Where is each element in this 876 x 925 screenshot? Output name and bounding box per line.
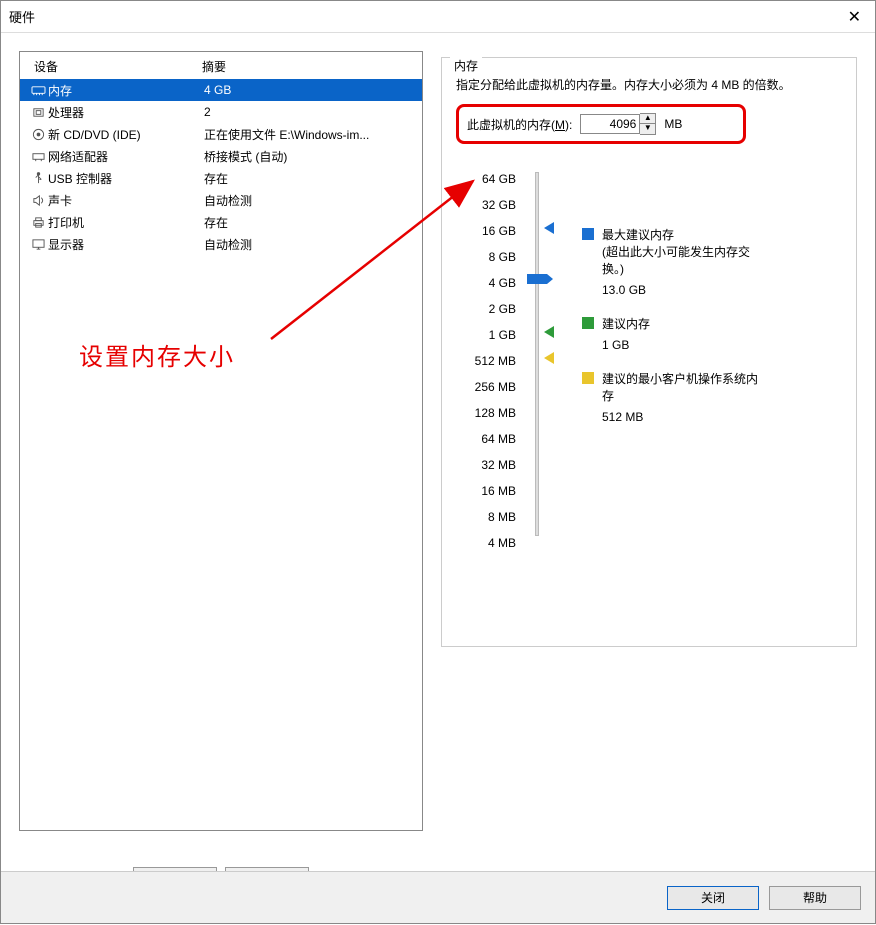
device-row[interactable]: 显示器自动检测 [20, 233, 422, 255]
device-summary: 存在 [204, 170, 414, 187]
spinner-arrows[interactable]: ▲ ▼ [640, 113, 656, 135]
tick-label: 32 GB [456, 192, 522, 218]
slider-thumb[interactable] [527, 274, 547, 284]
tick-label: 8 GB [456, 244, 522, 270]
legend-min-value: 512 MB [602, 410, 762, 424]
legend-max-swatch [582, 228, 594, 240]
device-row[interactable]: 打印机存在 [20, 211, 422, 233]
cpu-icon [28, 106, 48, 119]
tick-label: 16 MB [456, 478, 522, 504]
device-list-header: 设备 摘要 [20, 52, 422, 79]
help-button[interactable]: 帮助 [769, 886, 861, 910]
network-icon [28, 150, 48, 163]
legend-rec-swatch [582, 317, 594, 329]
disc-icon [28, 128, 48, 141]
memory-field-label: 此虚拟机的内存(M): [467, 116, 572, 133]
device-summary: 正在使用文件 E:\Windows-im... [204, 126, 414, 143]
memory-spinner[interactable]: ▲ ▼ [580, 113, 656, 135]
device-row[interactable]: 处理器2 [20, 101, 422, 123]
device-summary: 自动检测 [204, 192, 414, 209]
memory-slider[interactable] [522, 166, 552, 556]
device-name: 网络适配器 [48, 148, 204, 165]
legend-max-label: 最大建议内存 [602, 226, 762, 243]
usb-icon [28, 172, 48, 185]
memory-description: 指定分配给此虚拟机的内存量。内存大小必须为 4 MB 的倍数。 [456, 76, 842, 94]
header-device: 设备 [28, 58, 202, 75]
device-name: 打印机 [48, 214, 204, 231]
tick-label: 256 MB [456, 374, 522, 400]
tick-label: 2 GB [456, 296, 522, 322]
tick-label: 64 GB [456, 166, 522, 192]
device-row[interactable]: 内存4 GB [20, 79, 422, 101]
device-row[interactable]: USB 控制器存在 [20, 167, 422, 189]
memory-icon [28, 84, 48, 97]
device-summary: 自动检测 [204, 236, 414, 253]
content-area: 设备 摘要 内存4 GB处理器2新 CD/DVD (IDE)正在使用文件 E:\… [1, 33, 875, 871]
legend-min-label: 建议的最小客户机操作系统内存 [602, 370, 762, 404]
device-row[interactable]: 声卡自动检测 [20, 189, 422, 211]
tick-label: 4 GB [456, 270, 522, 296]
memory-fieldset-title: 内存 [450, 57, 482, 74]
device-row[interactable]: 新 CD/DVD (IDE)正在使用文件 E:\Windows-im... [20, 123, 422, 145]
tick-label: 1 GB [456, 322, 522, 348]
device-name: 新 CD/DVD (IDE) [48, 126, 204, 143]
tick-labels: 64 GB32 GB16 GB8 GB4 GB2 GB1 GB512 MB256… [456, 166, 522, 556]
sound-icon [28, 194, 48, 207]
hardware-settings-window: 硬件 ✕ 设备 摘要 内存4 GB处理器2新 CD/DVD (IDE)正在使用文… [0, 0, 876, 924]
tick-label: 128 MB [456, 400, 522, 426]
device-row[interactable]: 网络适配器桥接模式 (自动) [20, 145, 422, 167]
device-name: USB 控制器 [48, 170, 204, 187]
device-name: 显示器 [48, 236, 204, 253]
legend-rec-label: 建议内存 [602, 315, 650, 332]
tick-label: 512 MB [456, 348, 522, 374]
legend-max-value: 13.0 GB [602, 283, 762, 297]
device-summary: 4 GB [204, 83, 414, 97]
memory-unit: MB [664, 117, 682, 131]
display-icon [28, 238, 48, 251]
legend-rec-value: 1 GB [602, 338, 762, 352]
printer-icon [28, 216, 48, 229]
tick-label: 8 MB [456, 504, 522, 530]
close-button[interactable]: 关闭 [667, 886, 759, 910]
device-name: 内存 [48, 82, 204, 99]
device-name: 处理器 [48, 104, 204, 121]
device-summary: 桥接模式 (自动) [204, 148, 414, 165]
tick-label: 16 GB [456, 218, 522, 244]
rec-marker-icon [544, 326, 554, 338]
memory-amount-row-highlight: 此虚拟机的内存(M): ▲ ▼ MB [456, 104, 746, 144]
device-summary: 2 [204, 105, 414, 119]
annotation-text: 设置内存大小 [79, 337, 235, 372]
close-icon[interactable]: ✕ [842, 7, 867, 27]
tick-label: 64 MB [456, 426, 522, 452]
device-list-panel: 设备 摘要 内存4 GB处理器2新 CD/DVD (IDE)正在使用文件 E:\… [19, 51, 423, 831]
device-rows: 内存4 GB处理器2新 CD/DVD (IDE)正在使用文件 E:\Window… [20, 79, 422, 255]
spinner-down-icon[interactable]: ▼ [640, 124, 655, 134]
min-marker-icon [544, 352, 554, 364]
legend-max-note: (超出此大小可能发生内存交换。) [602, 243, 762, 277]
tick-label: 4 MB [456, 530, 522, 556]
memory-legend: 最大建议内存 (超出此大小可能发生内存交换。) 13.0 GB 建议内存 1 G… [582, 166, 762, 556]
dialog-footer: 关闭 帮助 [1, 871, 875, 923]
window-title: 硬件 [9, 7, 35, 26]
max-marker-icon [544, 222, 554, 234]
device-name: 声卡 [48, 192, 204, 209]
memory-slider-area: 64 GB32 GB16 GB8 GB4 GB2 GB1 GB512 MB256… [456, 166, 842, 556]
legend-min-swatch [582, 372, 594, 384]
memory-settings-panel: 内存 指定分配给此虚拟机的内存量。内存大小必须为 4 MB 的倍数。 此虚拟机的… [441, 51, 857, 853]
device-summary: 存在 [204, 214, 414, 231]
header-summary: 摘要 [202, 58, 414, 75]
titlebar: 硬件 ✕ [1, 1, 875, 33]
memory-input[interactable] [580, 114, 640, 134]
tick-label: 32 MB [456, 452, 522, 478]
